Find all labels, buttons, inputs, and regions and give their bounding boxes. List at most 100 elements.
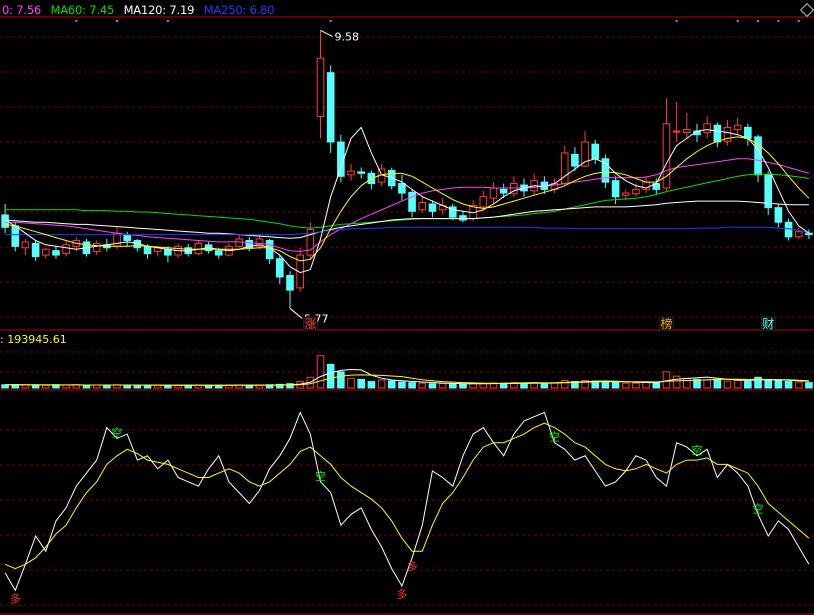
volume-bar[interactable] — [754, 376, 762, 389]
candle[interactable] — [774, 204, 783, 228]
sell-signal[interactable]: 空 — [753, 501, 764, 515]
volume-bar[interactable] — [316, 355, 325, 389]
volume-bar[interactable] — [632, 382, 640, 389]
volume-bar[interactable] — [164, 384, 172, 389]
event-marker[interactable]: 榜 — [660, 316, 672, 331]
candle[interactable] — [560, 145, 569, 186]
candle[interactable] — [794, 227, 803, 240]
candle[interactable] — [510, 176, 518, 197]
volume-bar[interactable] — [367, 381, 376, 389]
volume-bar[interactable] — [784, 381, 793, 389]
volume-bar[interactable] — [764, 378, 773, 389]
volume-bar[interactable] — [326, 363, 335, 389]
volume-bar[interactable] — [357, 378, 366, 389]
volume-bar[interactable] — [601, 381, 610, 389]
volume-bar[interactable] — [611, 381, 620, 389]
candle[interactable] — [662, 98, 671, 191]
volume-bar[interactable] — [744, 381, 752, 389]
candle[interactable] — [408, 189, 416, 218]
volume-bar[interactable] — [723, 380, 732, 389]
event-marker[interactable]: 财 — [762, 317, 774, 331]
volume-bar[interactable] — [398, 381, 406, 389]
candle[interactable] — [326, 65, 335, 153]
buy-signal[interactable]: 多 — [10, 591, 21, 605]
volume-bar[interactable] — [774, 379, 783, 389]
candle[interactable] — [245, 236, 254, 252]
candle[interactable] — [255, 234, 264, 250]
volume-bar[interactable] — [82, 384, 91, 389]
candle[interactable] — [21, 239, 30, 256]
event-marker[interactable]: 涨 — [304, 316, 316, 331]
candle[interactable] — [428, 200, 437, 218]
buy-signal[interactable]: 多 — [407, 559, 418, 573]
sell-signal[interactable]: 空 — [549, 430, 560, 444]
kdj-panel[interactable]: 多空空多多空空空 — [4, 411, 810, 605]
candle[interactable] — [642, 176, 650, 194]
volume-bar[interactable] — [540, 382, 549, 389]
volume-bar[interactable] — [469, 383, 477, 389]
volume-bar[interactable] — [428, 383, 437, 389]
volume-bar[interactable] — [438, 382, 447, 389]
volume-bar[interactable] — [652, 382, 661, 389]
candle[interactable] — [194, 240, 203, 256]
volume-bar[interactable] — [560, 379, 569, 389]
candle[interactable] — [398, 174, 406, 201]
volume-bar[interactable] — [377, 379, 386, 389]
candle[interactable] — [713, 122, 722, 148]
candle[interactable] — [683, 112, 691, 139]
candle[interactable] — [52, 246, 60, 259]
volume-bar[interactable] — [794, 381, 803, 389]
candle[interactable] — [448, 204, 457, 221]
sell-signal[interactable]: 空 — [112, 425, 123, 439]
volume-bar[interactable] — [214, 384, 223, 389]
candle[interactable] — [754, 134, 762, 183]
candle[interactable] — [601, 154, 610, 188]
candle[interactable] — [1, 204, 9, 234]
candle[interactable] — [276, 255, 284, 285]
candle[interactable] — [41, 247, 50, 259]
candle[interactable] — [347, 163, 355, 181]
candle[interactable] — [286, 271, 294, 309]
volume-bar[interactable] — [337, 371, 345, 389]
volume-bar[interactable] — [642, 382, 650, 389]
candle[interactable] — [31, 240, 40, 261]
volume-bar[interactable] — [103, 384, 111, 389]
volume-bar[interactable] — [41, 384, 50, 389]
candle[interactable] — [92, 240, 101, 256]
volume-bar[interactable] — [805, 382, 813, 389]
volume-bar[interactable] — [459, 383, 467, 389]
volume-bar[interactable] — [143, 384, 152, 389]
volume-bar[interactable] — [713, 378, 722, 389]
candle[interactable] — [489, 182, 498, 204]
volume-bar[interactable] — [387, 380, 396, 389]
volume-bar[interactable] — [672, 375, 681, 389]
volume-bar[interactable] — [418, 382, 427, 389]
volume-bar[interactable] — [408, 382, 416, 389]
volume-bar[interactable] — [683, 377, 691, 389]
volume-bar[interactable] — [347, 377, 355, 389]
price-panel[interactable]: 9.585.77涨榜财 — [1, 20, 813, 331]
candle[interactable] — [265, 239, 274, 264]
volume-bar[interactable] — [621, 382, 630, 389]
stock-chart[interactable]: 9.585.77涨榜财 多空空多多空空空 — [0, 0, 814, 615]
candle[interactable] — [357, 167, 366, 179]
sell-signal[interactable]: 空 — [315, 469, 326, 483]
buy-signal[interactable]: 多 — [396, 587, 407, 601]
volume-bar[interactable] — [703, 379, 711, 389]
volume-bar[interactable] — [448, 383, 457, 389]
candle[interactable] — [733, 117, 742, 135]
candle[interactable] — [764, 171, 773, 215]
candle[interactable] — [703, 116, 711, 139]
volume-bar[interactable] — [21, 384, 30, 389]
candle[interactable] — [672, 101, 681, 142]
volume-bar[interactable] — [662, 371, 671, 389]
candle[interactable] — [418, 196, 427, 213]
candle[interactable] — [459, 211, 467, 223]
volume-bar[interactable] — [133, 384, 142, 389]
sell-signal[interactable]: 空 — [691, 443, 702, 457]
candle[interactable] — [235, 234, 243, 248]
candle[interactable] — [499, 183, 508, 199]
candle[interactable] — [316, 30, 325, 139]
volume-bar[interactable] — [733, 379, 742, 389]
candle[interactable] — [296, 247, 304, 292]
